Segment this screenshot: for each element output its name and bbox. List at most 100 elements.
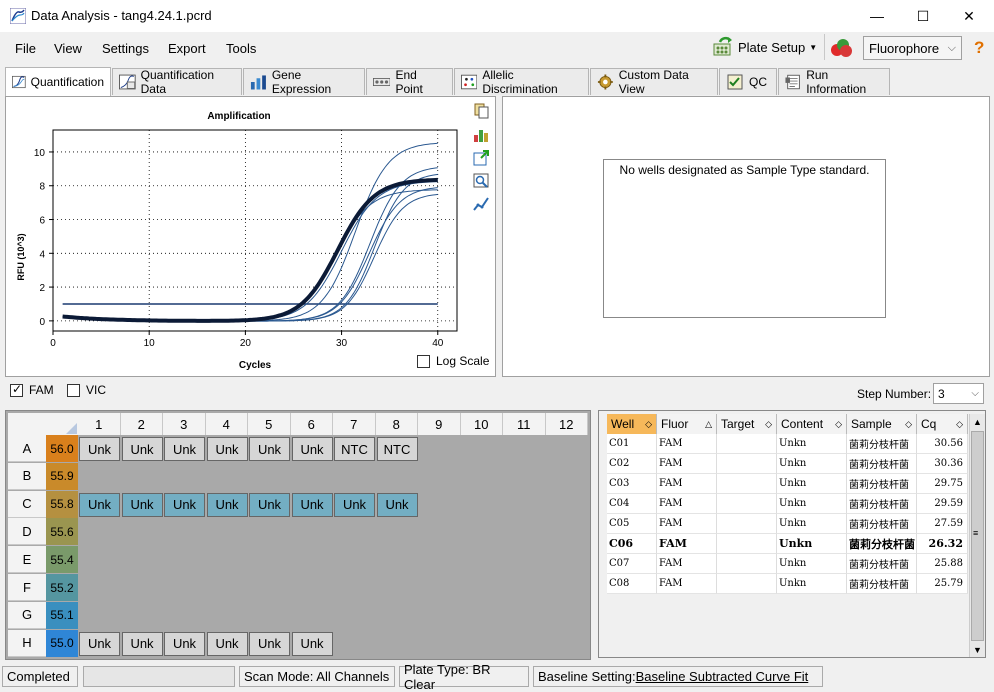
vic-filter[interactable]: VIC — [67, 383, 106, 397]
table-cell-sample[interactable]: 菌莉分枝杆菌 — [847, 494, 917, 514]
table-cell-target[interactable] — [717, 514, 777, 534]
table-cell-content[interactable]: Unkn — [777, 574, 847, 594]
copy-icon[interactable] — [473, 103, 489, 119]
table-cell-cq[interactable]: 25.79 — [917, 574, 968, 594]
table-header-well[interactable]: Well ◇ — [607, 414, 657, 434]
amplification-curve[interactable] — [62, 189, 438, 322]
baseline-setting-link[interactable]: Baseline Setting: Baseline Subtracted Cu… — [533, 666, 823, 687]
table-cell-content[interactable]: Unkn — [777, 454, 847, 474]
plate-setup-button[interactable]: Plate Setup ▼ — [712, 35, 822, 59]
plate-well[interactable]: Unk — [79, 437, 120, 461]
table-header-content[interactable]: Content ◇ — [777, 414, 847, 434]
table-cell-cq[interactable]: 27.59 — [917, 514, 968, 534]
menu-view[interactable]: View — [54, 41, 82, 56]
menu-settings[interactable]: Settings — [102, 41, 149, 56]
table-cell-target[interactable] — [717, 474, 777, 494]
table-cell-well[interactable]: C08 — [607, 574, 657, 594]
table-cell-sample[interactable]: 菌莉分枝杆菌 — [847, 554, 917, 574]
plate-well[interactable]: Unk — [291, 631, 333, 656]
table-cell-target[interactable] — [717, 494, 777, 514]
tab-allelic-discrimination[interactable]: Allelic Discrimination — [454, 68, 589, 96]
scroll-up-icon[interactable]: ▲ — [970, 414, 985, 430]
help-icon[interactable]: ? — [974, 38, 984, 58]
plate-column-header[interactable]: 9 — [418, 413, 461, 435]
plate-well[interactable]: Unk — [334, 492, 375, 517]
tab-quantification[interactable]: Quantification — [5, 67, 111, 96]
menu-tools[interactable]: Tools — [226, 41, 256, 56]
table-cell-fluor[interactable]: FAM — [657, 494, 717, 514]
amplification-curve[interactable] — [62, 181, 438, 322]
chart-options-icon[interactable] — [473, 127, 489, 143]
plate-row-header[interactable]: C — [8, 490, 46, 518]
tab-custom-data-view[interactable]: Custom Data View — [590, 68, 718, 96]
table-cell-cq[interactable]: 29.75 — [917, 474, 968, 494]
plate-well[interactable]: Unk — [249, 631, 290, 656]
plate-column-header[interactable]: 3 — [163, 413, 206, 435]
table-cell-target[interactable] — [717, 534, 777, 554]
amplification-curve[interactable] — [62, 193, 438, 322]
table-cell-fluor[interactable]: FAM — [657, 514, 717, 534]
table-cell-well[interactable]: C04 — [607, 494, 657, 514]
table-cell-content[interactable]: Unkn — [777, 494, 847, 514]
plate-column-header[interactable]: 1 — [78, 413, 121, 435]
plate-well[interactable]: Unk — [206, 492, 248, 517]
plate-well[interactable]: Unk — [121, 492, 163, 517]
plate-well[interactable]: NTC — [334, 437, 375, 461]
table-cell-fluor[interactable]: FAM — [657, 474, 717, 494]
plate-column-header[interactable]: 12 — [545, 413, 588, 435]
table-cell-well[interactable]: C05 — [607, 514, 657, 534]
plate-row-header[interactable]: H — [8, 629, 46, 657]
plate-column-header[interactable]: 10 — [460, 413, 503, 435]
plate-well[interactable]: Unk — [79, 631, 120, 656]
plate-well[interactable]: Unk — [79, 492, 120, 517]
table-header-sample[interactable]: Sample ◇ — [847, 414, 917, 434]
tab-qc[interactable]: QC — [719, 68, 777, 95]
table-cell-target[interactable] — [717, 434, 777, 454]
table-cell-cq[interactable]: 25.88 — [917, 554, 968, 574]
plate-well[interactable]: Unk — [206, 437, 248, 461]
menu-export[interactable]: Export — [168, 41, 206, 56]
log-scale-toggle[interactable]: Log Scale — [417, 354, 489, 368]
plate-well[interactable]: Unk — [164, 631, 205, 656]
table-header-cq[interactable]: Cq ◇ — [917, 414, 968, 434]
plate-well[interactable]: Unk — [291, 492, 333, 517]
plate-row-header[interactable]: B — [8, 462, 46, 490]
plate-column-header[interactable]: 4 — [205, 413, 248, 435]
plate-well[interactable]: Unk — [291, 437, 333, 461]
tab-run-information[interactable]: Run Information — [778, 68, 890, 96]
plate-column-header[interactable]: 8 — [375, 413, 418, 435]
table-cell-well[interactable]: C03 — [607, 474, 657, 494]
table-cell-cq[interactable]: 30.56 — [917, 434, 968, 454]
table-cell-fluor[interactable]: FAM — [657, 554, 717, 574]
table-cell-sample[interactable]: 菌莉分枝杆菌 — [847, 534, 917, 554]
tab-gene-expression[interactable]: Gene Expression — [243, 68, 365, 96]
fluorophore-select[interactable]: Fluorophore ⌵ — [863, 36, 962, 60]
amplification-curve[interactable] — [62, 142, 438, 322]
table-cell-content[interactable]: Unkn — [777, 514, 847, 534]
plate-row-header[interactable]: E — [8, 546, 46, 574]
table-cell-fluor[interactable]: FAM — [657, 434, 717, 454]
tab-quantification-data[interactable]: Quantification Data — [112, 68, 242, 96]
table-cell-sample[interactable]: 菌莉分枝杆菌 — [847, 454, 917, 474]
zoom-graph-icon[interactable] — [473, 173, 489, 189]
step-number-select[interactable]: 3 ⌵ — [933, 383, 984, 404]
table-cell-well[interactable]: C06 — [607, 534, 657, 554]
scroll-thumb[interactable]: ≡ — [971, 431, 984, 641]
amplification-curve-selected[interactable] — [62, 177, 438, 323]
fam-filter[interactable]: ✓ FAM — [10, 382, 54, 397]
plate-column-header[interactable]: 6 — [290, 413, 333, 435]
log-scale-checkbox[interactable] — [417, 354, 430, 368]
table-cell-target[interactable] — [717, 574, 777, 594]
fam-checkbox[interactable]: ✓ — [10, 382, 23, 397]
plate-well[interactable]: Unk — [249, 492, 290, 517]
plate-well[interactable]: NTC — [376, 437, 418, 461]
plate-well[interactable]: Unk — [206, 631, 248, 656]
well-groups-icon[interactable] — [829, 37, 855, 59]
table-cell-fluor[interactable]: FAM — [657, 454, 717, 474]
plate-column-header[interactable]: 5 — [248, 413, 291, 435]
plate-column-header[interactable]: 7 — [333, 413, 376, 435]
table-cell-content[interactable]: Unkn — [777, 474, 847, 494]
table-cell-sample[interactable]: 菌莉分枝杆菌 — [847, 474, 917, 494]
table-scrollbar[interactable]: ▲ ≡ ▼ — [969, 414, 985, 657]
tab-end-point[interactable]: End Point — [366, 68, 453, 96]
